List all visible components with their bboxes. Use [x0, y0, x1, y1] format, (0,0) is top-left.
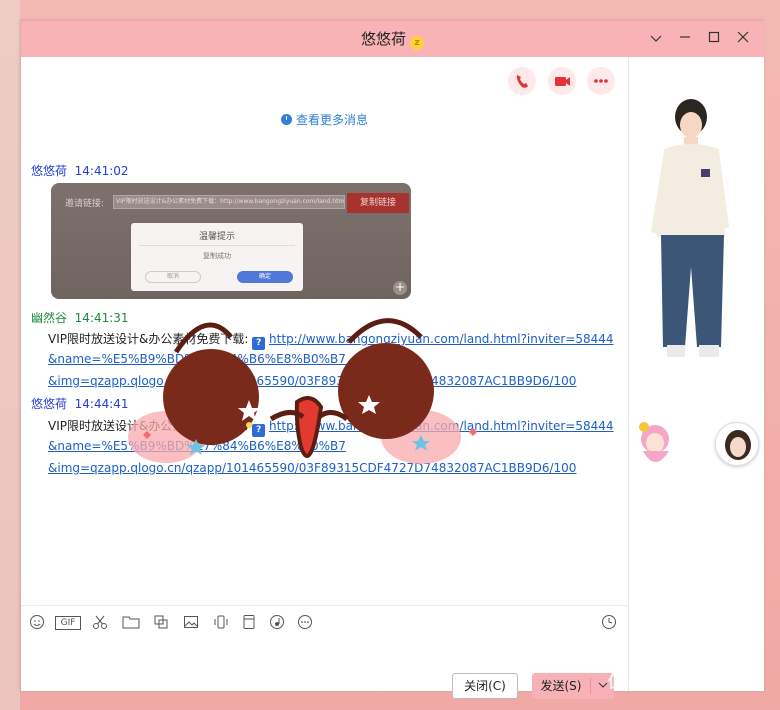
- close-icon[interactable]: [732, 28, 754, 50]
- clock-icon: [280, 114, 292, 125]
- message-time: 14:41:02: [74, 164, 129, 178]
- show-panel: [628, 57, 764, 691]
- video-icon: [555, 77, 570, 86]
- emoji-icon[interactable]: [28, 614, 46, 632]
- image-dialog-cancel: 取消: [145, 271, 201, 283]
- message-header: 悠悠荷 14:41:02: [31, 162, 129, 179]
- collapse-icon[interactable]: [645, 28, 667, 50]
- red-packet-icon[interactable]: [240, 614, 258, 632]
- send-button-divider: [590, 678, 591, 694]
- site-watermark: 值·什么值得买: [608, 672, 711, 691]
- image-search-icon[interactable]: [152, 614, 170, 632]
- friend-avatar[interactable]: [715, 422, 759, 466]
- gif-icon[interactable]: GIF: [55, 616, 81, 630]
- blush-face-sticker: [128, 318, 477, 464]
- send-button[interactable]: 发送(S): [532, 673, 614, 699]
- image-link-label: 邀请链接:: [65, 199, 105, 209]
- chat-window: 悠悠荷 z 查看更多消息 悠悠荷 14:41:02 邀请链接: VIP限时放送设…: [20, 20, 764, 699]
- more-icon[interactable]: [296, 614, 314, 632]
- voice-call-button[interactable]: [508, 67, 536, 95]
- sender-name[interactable]: 悠悠荷: [31, 164, 67, 178]
- more-icon: [594, 79, 608, 83]
- image-link-field: VIP限时放送设计&办公素材免费下载：http://www.bangongziy…: [113, 195, 345, 209]
- shake-icon[interactable]: [212, 614, 230, 632]
- close-button[interactable]: 关闭(C): [452, 673, 518, 699]
- folder-icon[interactable]: [122, 614, 140, 632]
- message-header: 幽然谷 14:41:31: [31, 309, 129, 326]
- image-dialog-title: 温馨提示: [198, 232, 235, 242]
- input-toolbar-divider: [21, 605, 628, 606]
- image-dialog: 温馨提示 复制成功 取消 确定: [131, 223, 303, 291]
- message-header: 悠悠荷 14:44:41: [31, 395, 129, 412]
- desktop-edge: [0, 0, 20, 710]
- phone-icon: [516, 75, 528, 88]
- sender-name[interactable]: 幽然谷: [31, 311, 67, 325]
- zoom-plus-icon[interactable]: +: [393, 281, 407, 295]
- maximize-icon[interactable]: [703, 28, 725, 50]
- chat-area: 查看更多消息 悠悠荷 14:41:02 邀请链接: VIP限时放送设计&办公素材…: [21, 57, 628, 699]
- image-message[interactable]: 邀请链接: VIP限时放送设计&办公素材免费下载：http://www.bang…: [51, 183, 411, 299]
- video-call-button[interactable]: [548, 67, 576, 95]
- vip-badge-icon: z: [410, 36, 424, 50]
- sender-name[interactable]: 悠悠荷: [31, 397, 67, 411]
- scissors-icon[interactable]: [91, 614, 109, 632]
- minimize-icon[interactable]: [674, 28, 696, 50]
- pet-sticker-icon: [639, 422, 669, 462]
- image-dialog-ok: 确定: [237, 271, 293, 283]
- view-more-messages-link[interactable]: 查看更多消息: [21, 111, 628, 128]
- music-icon[interactable]: [268, 614, 286, 632]
- image-copy-button: 复制链接: [347, 193, 409, 213]
- send-button-label[interactable]: 发送(S): [532, 673, 590, 699]
- history-clock-icon[interactable]: [600, 614, 618, 632]
- title-bar[interactable]: 悠悠荷 z: [21, 21, 764, 57]
- more-options-button[interactable]: [587, 67, 615, 95]
- picture-icon[interactable]: [182, 614, 200, 632]
- image-dialog-body: 复制成功: [203, 252, 231, 260]
